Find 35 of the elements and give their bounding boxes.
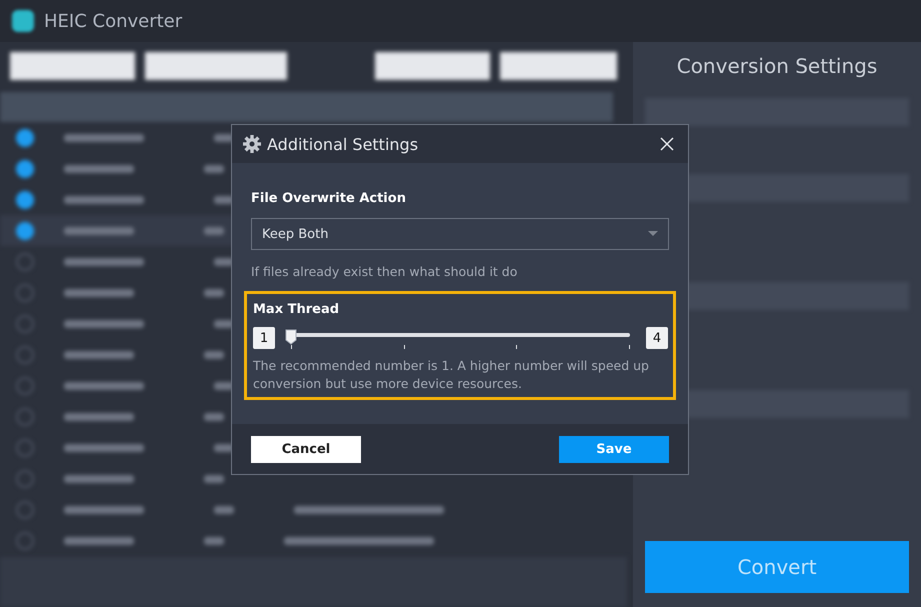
checkbox[interactable] xyxy=(16,160,34,178)
checkbox[interactable] xyxy=(16,190,34,208)
file-size-bar xyxy=(204,164,224,172)
dialog-title: Additional Settings xyxy=(267,134,420,154)
file-size-bar xyxy=(204,226,224,234)
app-title: HEIC Converter xyxy=(44,10,182,32)
slider-thumb[interactable] xyxy=(285,329,297,345)
file-size-bar xyxy=(204,288,224,296)
cancel-button[interactable]: Cancel xyxy=(251,436,361,462)
panel-title: Conversion Settings xyxy=(676,53,878,80)
overwrite-dropdown[interactable]: Keep Both xyxy=(251,218,669,250)
file-name-bar xyxy=(64,288,134,296)
gear-icon xyxy=(242,134,262,154)
file-size-bar xyxy=(204,474,224,482)
app-logo-icon xyxy=(12,10,34,32)
field-label: Max Thread xyxy=(253,302,340,317)
file-name-bar xyxy=(64,412,134,420)
file-name-bar xyxy=(64,350,134,358)
file-size-bar xyxy=(214,506,234,514)
file-name-bar xyxy=(64,226,134,234)
checkbox[interactable] xyxy=(16,128,34,146)
close-icon[interactable] xyxy=(660,137,674,151)
file-size-bar xyxy=(204,350,224,358)
file-size-bar xyxy=(204,536,224,544)
min-value: 1 xyxy=(253,327,275,349)
max-value: 4 xyxy=(646,327,668,349)
field-label: File Overwrite Action xyxy=(251,191,407,206)
checkbox[interactable] xyxy=(16,222,34,240)
file-size-bar xyxy=(204,412,224,420)
file-name-bar xyxy=(64,536,134,544)
file-name-bar xyxy=(64,474,134,482)
dropdown-caret-icon xyxy=(648,231,658,237)
hint-text: If files already exist then what should it do xyxy=(251,264,518,279)
file-name-bar xyxy=(64,164,134,172)
note-text: The recommended number is 1. A higher number will speed up conversion but use more device resources. xyxy=(253,357,650,393)
